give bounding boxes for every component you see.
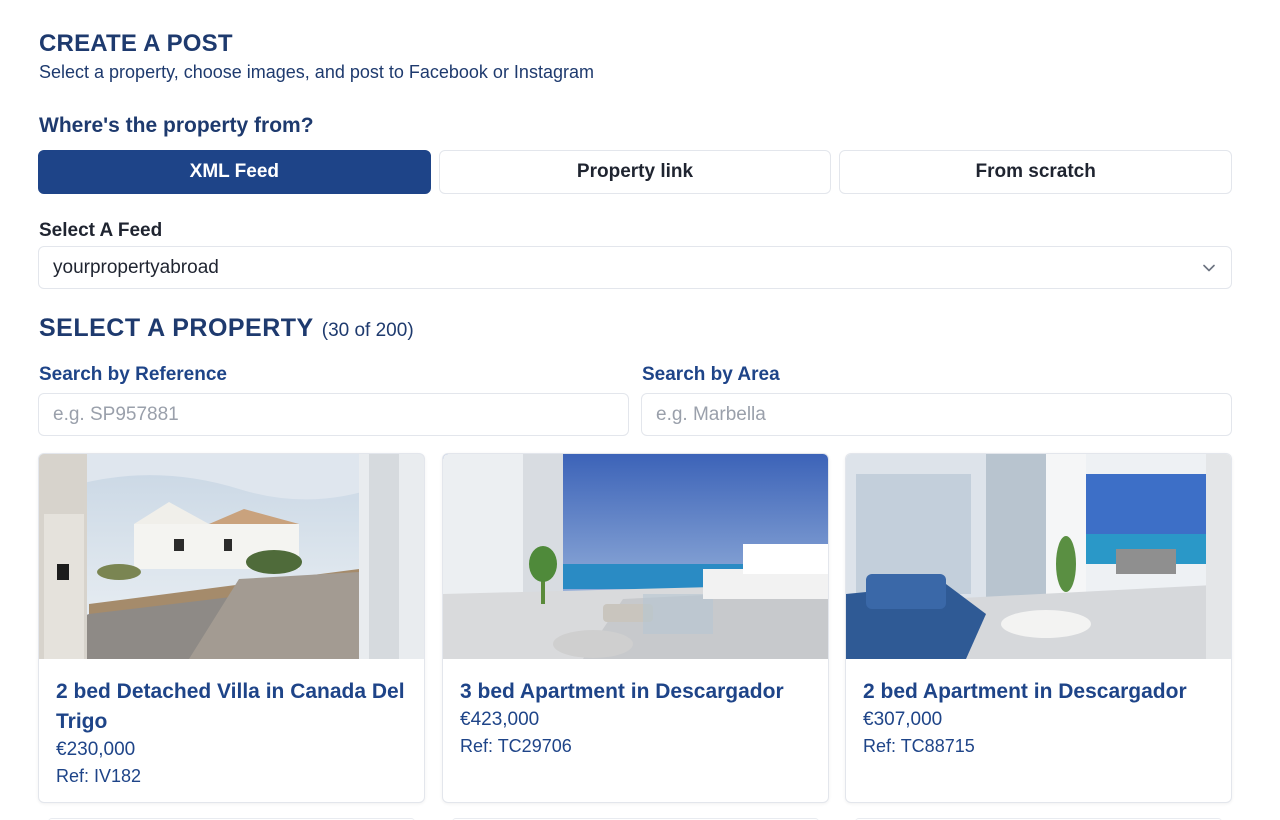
property-count: (30 of 200) — [321, 320, 414, 341]
property-image — [443, 454, 828, 659]
property-card[interactable]: 2 bed Detached Villa in Canada Del Trigo… — [38, 453, 425, 803]
property-title: 3 bed Apartment in Descargador — [460, 680, 784, 703]
property-price: €230,000 — [56, 739, 136, 760]
chevron-down-icon — [1201, 260, 1217, 276]
property-heading: SELECT A PROPERTY (30 of 200) — [39, 314, 414, 343]
page-title: CREATE A POST — [39, 30, 233, 57]
property-image — [39, 454, 424, 659]
property-image — [846, 454, 1231, 659]
feed-select-value: yourpropertyabroad — [53, 256, 219, 278]
search-reference-label: Search by Reference — [39, 364, 227, 385]
feed-select[interactable]: yourpropertyabroad — [38, 246, 1232, 289]
property-price: €307,000 — [863, 709, 943, 730]
tab-property-link[interactable]: Property link — [438, 150, 832, 194]
property-title: 2 bed Apartment in Descargador — [863, 680, 1187, 703]
source-tabs: XML Feed Property link From scratch — [38, 150, 1233, 194]
property-ref: Ref: TC88715 — [863, 736, 975, 756]
property-ref: Ref: TC29706 — [460, 736, 572, 756]
property-price: €423,000 — [460, 709, 540, 730]
search-reference-input[interactable] — [38, 393, 629, 436]
feed-label: Select A Feed — [39, 220, 163, 241]
search-area-input[interactable] — [641, 393, 1232, 436]
page-subtitle: Select a property, choose images, and po… — [39, 62, 594, 82]
tab-from-scratch[interactable]: From scratch — [839, 150, 1233, 194]
search-area-label: Search by Area — [642, 364, 780, 385]
property-ref: Ref: IV182 — [56, 766, 142, 786]
tab-xml-feed[interactable]: XML Feed — [38, 150, 431, 194]
property-title: 2 bed Detached Villa in Canada Del Trigo — [56, 680, 405, 733]
property-card[interactable]: 3 bed Apartment in Descargador €423,000 … — [442, 453, 829, 803]
property-title: SELECT A PROPERTY — [39, 314, 314, 342]
property-card[interactable]: 2 bed Apartment in Descargador €307,000 … — [845, 453, 1232, 803]
source-question: Where's the property from? — [39, 114, 314, 137]
